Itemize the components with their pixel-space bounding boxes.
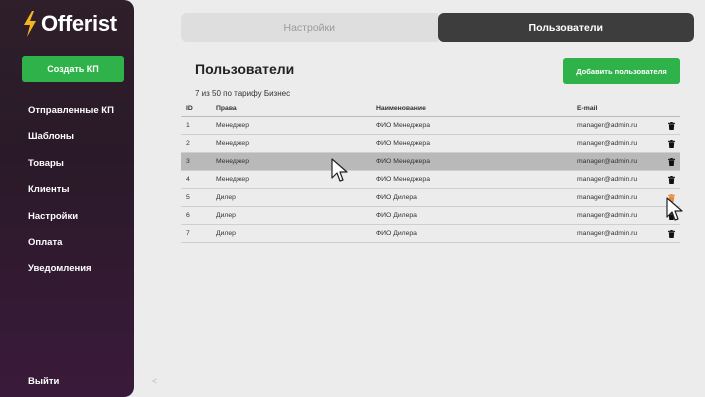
cell-id: 3 [186, 158, 190, 165]
cell-email: manager@admin.ru [577, 176, 638, 183]
cell-email: manager@admin.ru [577, 122, 638, 129]
cell-email: manager@admin.ru [577, 230, 638, 237]
collapse-sidebar-icon[interactable]: < [152, 376, 157, 386]
trash-icon [667, 175, 675, 184]
cell-id: 2 [186, 140, 190, 147]
tab-users[interactable]: Пользователи [437, 13, 694, 42]
table-row[interactable]: 3 Менеджер ФИО Менеджера manager@admin.ru [181, 153, 680, 171]
plan-usage-text: 7 из 50 по тарифу Бизнес [195, 89, 291, 98]
trash-icon [667, 139, 675, 148]
table-row[interactable]: 4 Менеджер ФИО Менеджера manager@admin.ru [181, 171, 680, 189]
sidebar: Offerist Создать КП Отправленные КП Шабл… [0, 0, 134, 397]
cell-name: ФИО Менеджера [376, 158, 430, 165]
table-row[interactable]: 5 Дилер ФИО Дилера manager@admin.ru [181, 189, 680, 207]
sidebar-item-sent-offers[interactable]: Отправленные КП [28, 104, 114, 130]
table-row[interactable]: 6 Дилер ФИО Дилера manager@admin.ru [181, 207, 680, 225]
delete-user-button[interactable] [662, 139, 680, 148]
cell-name: ФИО Менеджера [376, 140, 430, 147]
table-row[interactable]: 1 Менеджер ФИО Менеджера manager@admin.ru [181, 117, 680, 135]
cell-name: ФИО Дилера [376, 212, 417, 219]
delete-user-button[interactable] [662, 175, 680, 184]
cell-role: Дилер [216, 194, 236, 201]
users-table: ID Права Наименование E-mail 1 Менеджер ФИ… [181, 101, 680, 243]
cell-role: Дилер [216, 230, 236, 237]
column-header-id: ID [186, 105, 193, 112]
sidebar-item-products[interactable]: Товары [28, 157, 114, 183]
table-row[interactable]: 2 Менеджер ФИО Менеджера manager@admin.ru [181, 135, 680, 153]
cell-email: manager@admin.ru [577, 212, 638, 219]
column-header-name: Наименование [376, 105, 426, 112]
cell-id: 1 [186, 122, 190, 129]
sidebar-item-clients[interactable]: Клиенты [28, 183, 114, 209]
add-user-button[interactable]: Добавить пользователя [563, 58, 680, 84]
tab-bar: Настройки Пользователи [181, 13, 694, 42]
cell-email: manager@admin.ru [577, 140, 638, 147]
mouse-pointer-icon [331, 158, 348, 182]
tab-settings[interactable]: Настройки [181, 13, 438, 42]
sidebar-item-notifications[interactable]: Уведомления [28, 262, 114, 288]
cell-email: manager@admin.ru [577, 194, 638, 201]
cell-role: Менеджер [216, 158, 249, 165]
sidebar-item-settings[interactable]: Настройки [28, 210, 114, 236]
delete-user-button[interactable] [662, 121, 680, 130]
table-row[interactable]: 7 Дилер ФИО Дилера manager@admin.ru [181, 225, 680, 243]
trash-icon [667, 229, 675, 238]
cell-name: ФИО Дилера [376, 194, 417, 201]
sidebar-item-payment[interactable]: Оплата [28, 236, 114, 262]
page-title: Пользователи [195, 61, 295, 77]
create-offer-button[interactable]: Создать КП [22, 56, 124, 82]
delete-user-button[interactable] [662, 157, 680, 166]
cell-role: Менеджер [216, 176, 249, 183]
cell-role: Менеджер [216, 140, 249, 147]
sidebar-nav: Отправленные КП Шаблоны Товары Клиенты Н… [28, 104, 114, 289]
column-header-role: Права [216, 105, 237, 112]
table-header: ID Права Наименование E-mail [181, 101, 680, 117]
logo[interactable]: Offerist [22, 11, 117, 37]
logout-link[interactable]: Выйти [28, 376, 59, 387]
cell-role: Дилер [216, 212, 236, 219]
cell-id: 6 [186, 212, 190, 219]
delete-user-button[interactable] [662, 229, 680, 238]
cell-email: manager@admin.ru [577, 158, 638, 165]
cell-name: ФИО Дилера [376, 230, 417, 237]
trash-icon [667, 157, 675, 166]
cell-id: 4 [186, 176, 190, 183]
cell-name: ФИО Менеджера [376, 176, 430, 183]
lightning-icon [24, 11, 36, 37]
sidebar-item-templates[interactable]: Шаблоны [28, 130, 114, 156]
cell-id: 7 [186, 230, 190, 237]
cell-id: 5 [186, 194, 190, 201]
mouse-pointer-icon [666, 197, 683, 221]
trash-icon [667, 121, 675, 130]
cell-role: Менеджер [216, 122, 249, 129]
column-header-email: E-mail [577, 105, 598, 112]
brand-name: Offerist [41, 11, 117, 36]
cell-name: ФИО Менеджера [376, 122, 430, 129]
